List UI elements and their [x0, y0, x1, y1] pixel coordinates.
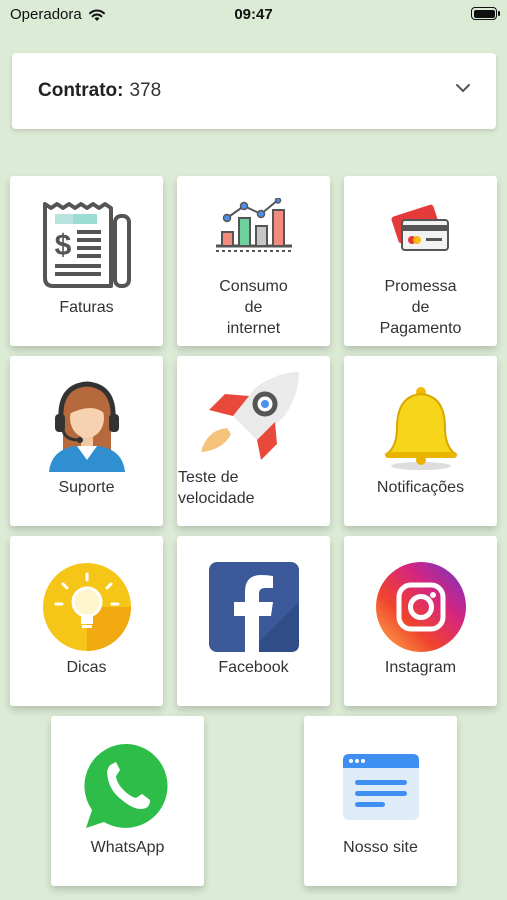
- tile-facebook[interactable]: Facebook: [177, 536, 330, 706]
- svg-text:$: $: [54, 229, 71, 262]
- chevron-down-icon[interactable]: [456, 83, 470, 93]
- tile-label-line-1: Teste de: [178, 469, 239, 486]
- tile-label: Dicas: [66, 659, 107, 676]
- tile-whatsapp[interactable]: WhatsApp: [51, 716, 204, 886]
- tile-teste-velocidade[interactable]: Teste de velocidade: [177, 356, 330, 526]
- support-agent-icon: [10, 380, 163, 472]
- tile-consumo-internet[interactable]: Consumo de internet: [177, 176, 330, 346]
- whatsapp-icon: [51, 740, 204, 832]
- tile-notificacoes[interactable]: Notificações: [344, 356, 497, 526]
- tile-label: WhatsApp: [90, 839, 165, 856]
- website-icon: [304, 752, 457, 822]
- tile-label: Notificações: [376, 479, 465, 496]
- battery-icon: [471, 7, 500, 20]
- tile-dicas[interactable]: Dicas: [10, 536, 163, 706]
- tile-label-line-1: Consumo: [219, 278, 288, 295]
- lightbulb-icon: [10, 562, 163, 652]
- tile-label: Suporte: [58, 479, 115, 496]
- bell-icon: [344, 386, 497, 472]
- tile-nosso-site[interactable]: Nosso site: [304, 716, 457, 886]
- tile-label: Nosso site: [343, 839, 418, 856]
- tile-label: Facebook: [218, 659, 289, 676]
- bar-chart-icon: [177, 198, 330, 258]
- invoice-icon: $: [10, 200, 163, 292]
- tile-label-line-2: de: [411, 299, 430, 316]
- tile-label-line-2: velocidade: [178, 490, 255, 507]
- credit-card-icon: [344, 204, 497, 254]
- tile-label-line-2: de: [244, 299, 263, 316]
- tile-instagram[interactable]: Instagram: [344, 536, 497, 706]
- tile-label: Faturas: [59, 299, 114, 316]
- contract-label: Contrato:: [38, 80, 124, 101]
- instagram-icon: [344, 562, 497, 652]
- rocket-icon: [197, 370, 330, 462]
- tile-label-line-3: internet: [226, 320, 281, 337]
- tile-faturas[interactable]: $ Faturas: [10, 176, 163, 346]
- tile-label-line-1: Promessa: [384, 278, 457, 295]
- tile-label: Instagram: [384, 659, 457, 676]
- contract-selector[interactable]: Contrato: 378: [12, 53, 496, 129]
- facebook-icon: [177, 562, 330, 652]
- status-bar: Operadora 09:47: [0, 0, 507, 30]
- clock: 09:47: [234, 6, 273, 23]
- tile-promessa-pagamento[interactable]: Promessa de Pagamento: [344, 176, 497, 346]
- tile-suporte[interactable]: Suporte: [10, 356, 163, 526]
- tile-label-line-3: Pagamento: [379, 320, 462, 337]
- contract-value: 378: [129, 80, 162, 101]
